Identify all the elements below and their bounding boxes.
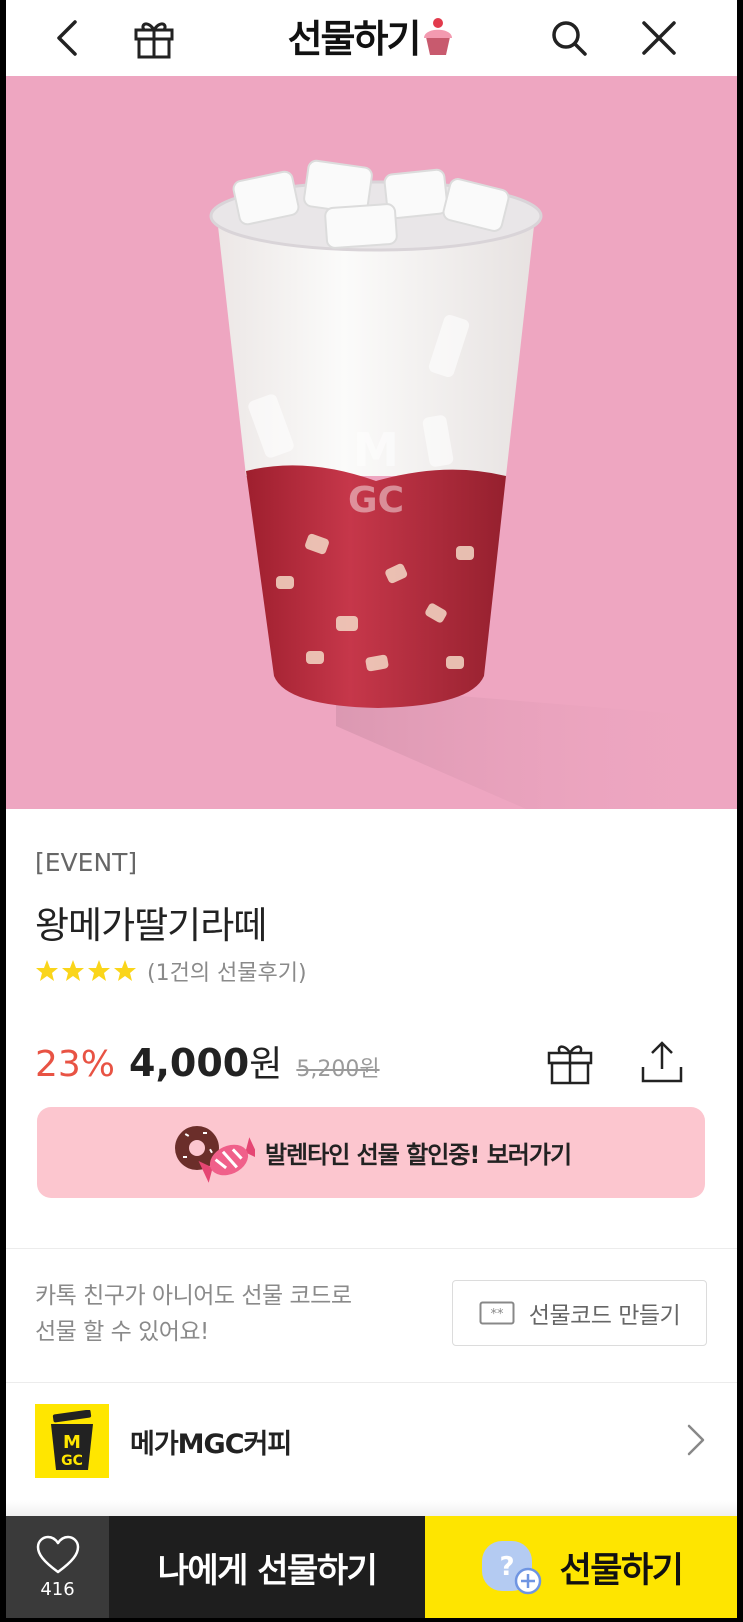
chevron-right-icon (687, 1424, 705, 1456)
star-icon (114, 960, 136, 981)
close-button[interactable] (631, 10, 687, 66)
star-icon (88, 960, 110, 981)
svg-text:M: M (353, 423, 399, 477)
gift-wrap-button[interactable] (542, 1034, 598, 1090)
brand-row[interactable]: M GC 메가MGC커피 (6, 1384, 737, 1500)
gift-button[interactable]: ? 선물하기 (425, 1516, 737, 1618)
scroll-fade (6, 1500, 737, 1516)
brand-name: 메가MGC커피 (130, 1429, 292, 1460)
gift-to-me-button[interactable]: 나에게 선물하기 (109, 1516, 425, 1618)
share-icon (641, 1041, 683, 1083)
search-button[interactable] (541, 10, 597, 66)
star-icon (36, 960, 58, 981)
star-icon (62, 960, 84, 981)
search-icon (552, 21, 587, 56)
mgc-logo-icon: MGC (51, 1410, 93, 1470)
price-row: 23% 4,000 원 5,200원 (35, 1035, 380, 1087)
friend-add-icon: ? (481, 1541, 541, 1595)
donut-candy-icon (174, 1125, 255, 1183)
discount-rate: 23% (35, 1044, 116, 1085)
svg-text:GC: GC (61, 1453, 83, 1469)
gift-icon (547, 1045, 593, 1085)
cupcake-icon (421, 17, 455, 66)
like-count: 416 (40, 1578, 75, 1600)
app-frame: 선물하기 M GC [EVENT] 왕메가딸기라떼 (1건의 선물후기) 23%… (6, 0, 737, 1622)
valentine-promo-banner[interactable]: 발렌타인 선물 할인중! 보러가기 (37, 1107, 705, 1198)
review-count: (1건의 선물후기) (147, 961, 307, 986)
share-button[interactable] (634, 1034, 690, 1090)
top-bar: 선물하기 (6, 0, 737, 76)
bottom-edge (6, 1618, 737, 1622)
svg-text:**: ** (490, 1307, 504, 1322)
product-name: 왕메가딸기라떼 (35, 904, 267, 947)
bottom-action-bar: 416 나에게 선물하기 ? 선물하기 (6, 1516, 737, 1622)
svg-text:GC: GC (348, 480, 404, 521)
event-tag: [EVENT] (35, 848, 138, 877)
original-price: 5,200원 (296, 1057, 380, 1082)
svg-text:?: ? (499, 1552, 514, 1582)
ticket-icon: ** (479, 1301, 515, 1325)
brand-logo: M GC (35, 1404, 109, 1478)
divider (6, 1248, 737, 1249)
wishlist-button[interactable]: 416 (6, 1516, 109, 1618)
product-image: M GC (6, 76, 737, 809)
rating-row[interactable]: (1건의 선물후기) (35, 955, 307, 987)
star-rating (35, 959, 137, 983)
page-title: 선물하기 (6, 8, 737, 66)
banner-text: 발렌타인 선물 할인중! 보러가기 (264, 1141, 572, 1169)
create-gift-code-button[interactable]: ** 선물코드 만들기 (452, 1280, 707, 1346)
divider (6, 1382, 737, 1383)
heart-icon (36, 1535, 79, 1573)
sale-price: 4,000 (129, 1041, 250, 1085)
close-icon (642, 21, 676, 55)
price-unit: 원 (249, 1044, 283, 1085)
gift-code-description: 카톡 친구가 아니어도 선물 코드로 선물 할 수 있어요! (35, 1283, 352, 1345)
svg-text:M: M (63, 1432, 81, 1453)
